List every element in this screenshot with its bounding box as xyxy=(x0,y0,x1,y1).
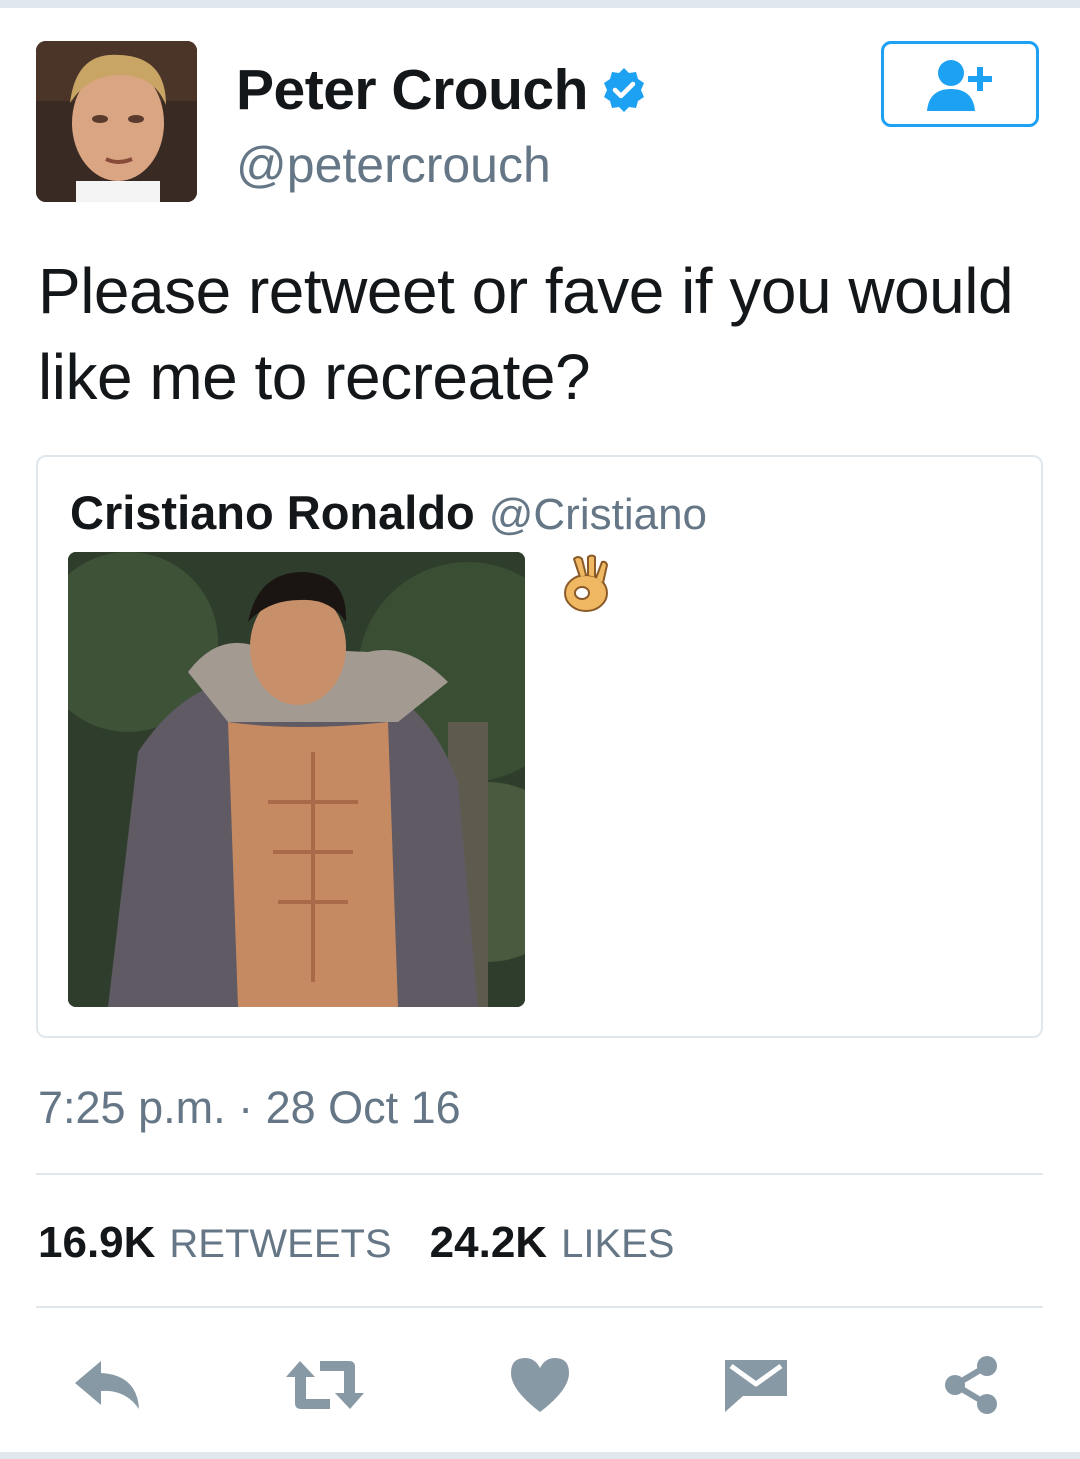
share-icon xyxy=(945,1356,997,1414)
verified-badge-icon xyxy=(603,68,644,112)
follow-user-plus-icon xyxy=(927,60,992,111)
author-handle[interactable]: @petercrouch xyxy=(236,136,551,194)
ok-hand-emoji-icon xyxy=(564,554,609,612)
quoted-author-handle: @Cristiano xyxy=(488,490,708,539)
share-button[interactable] xyxy=(934,1345,1008,1425)
like-heart-icon xyxy=(511,1358,569,1412)
likes-count[interactable]: 24.2K xyxy=(430,1218,547,1268)
follow-button[interactable] xyxy=(881,41,1039,127)
likes-label[interactable]: LIKES xyxy=(561,1222,674,1267)
author-avatar[interactable] xyxy=(36,41,197,202)
reply-icon xyxy=(75,1361,139,1409)
tweet-timestamp[interactable]: 7:25 p.m. · 28 Oct 16 xyxy=(38,1082,461,1134)
quoted-tweet-card[interactable]: Cristiano Ronaldo @Cristiano xyxy=(36,455,1043,1038)
quoted-author-name: Cristiano Ronaldo xyxy=(70,486,475,539)
tweet-action-bar xyxy=(0,1345,1080,1425)
stats-bottom-divider xyxy=(36,1306,1043,1308)
retweet-icon xyxy=(286,1361,364,1409)
direct-message-icon xyxy=(725,1360,787,1412)
reply-button[interactable] xyxy=(68,1345,148,1425)
bottom-divider xyxy=(0,1452,1080,1459)
retweets-label[interactable]: RETWEETS xyxy=(169,1222,391,1267)
quoted-tweet-photo[interactable] xyxy=(68,552,525,1007)
tweet-stats: 16.9K RETWEETS 24.2K LIKES xyxy=(38,1218,674,1268)
quoted-tweet-header: Cristiano Ronaldo @Cristiano xyxy=(70,485,707,540)
author-name[interactable]: Peter Crouch xyxy=(236,57,588,123)
author-name-row: Peter Crouch xyxy=(236,58,648,122)
retweets-count[interactable]: 16.9K xyxy=(38,1218,155,1268)
direct-message-button[interactable] xyxy=(718,1345,794,1425)
top-divider xyxy=(0,0,1080,8)
stats-top-divider xyxy=(36,1173,1043,1175)
tweet-text: Please retweet or fave if you would like… xyxy=(38,255,1014,413)
like-button[interactable] xyxy=(505,1345,575,1425)
retweet-button[interactable] xyxy=(282,1345,368,1425)
